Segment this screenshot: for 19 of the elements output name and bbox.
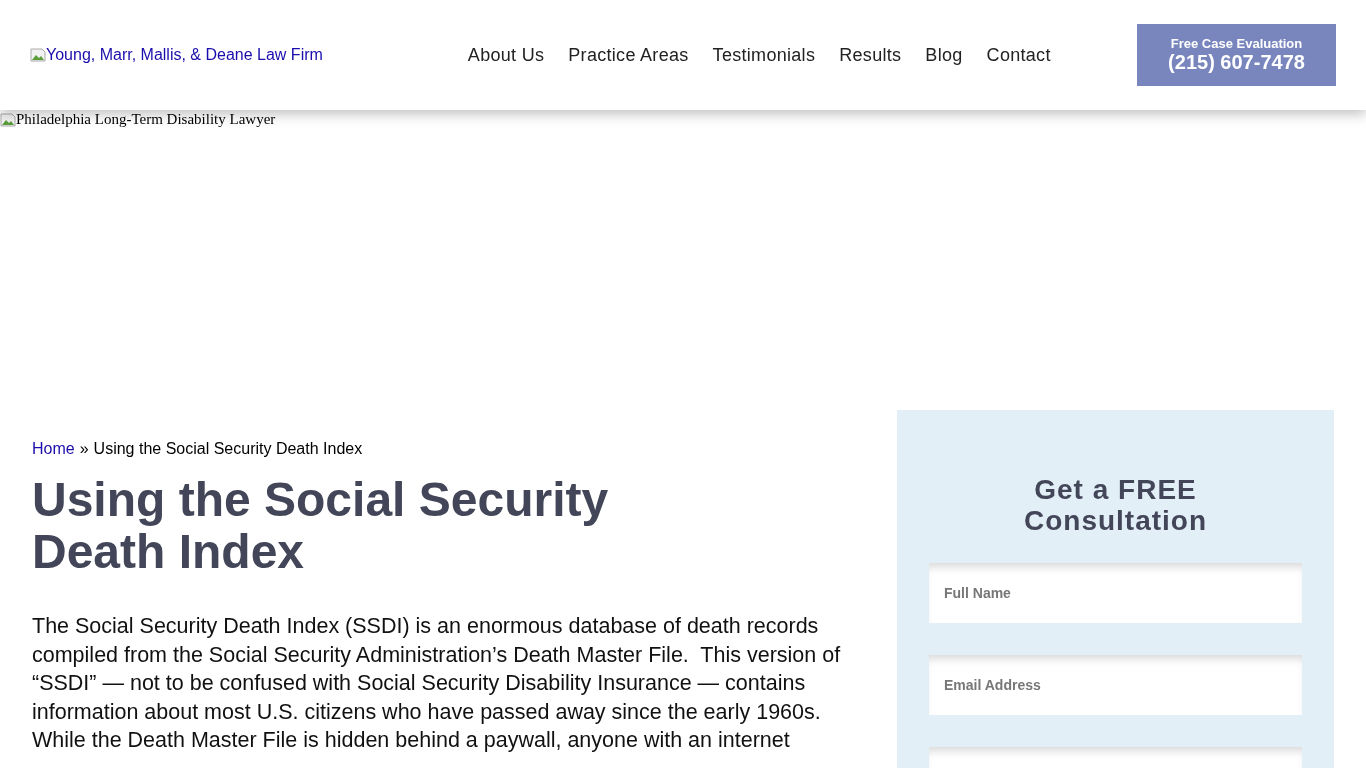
nav-link[interactable]: About Us bbox=[467, 44, 545, 66]
form-field[interactable]: Email Address bbox=[929, 655, 1302, 715]
form-field[interactable]: Full Name bbox=[929, 563, 1302, 623]
nav-link[interactable]: Practice Areas bbox=[568, 44, 689, 66]
nav-link[interactable]: Results bbox=[839, 44, 902, 66]
nav-link[interactable]: Contact bbox=[986, 44, 1051, 66]
breadcrumb-separator: » bbox=[79, 440, 89, 458]
broken-image-icon bbox=[30, 47, 46, 63]
breadcrumb-current: Using the Social Security Death Index bbox=[93, 440, 363, 458]
consultation-title: Get a FREE Consultation bbox=[1022, 474, 1209, 536]
logo-link[interactable]: Young, Marr, Mallis, & Deane Law Firm bbox=[30, 46, 323, 64]
article-title: Using the Social Security Death Index bbox=[32, 474, 610, 578]
article-paragraph: The Social Security Death Index (SSDI) is an enormous database of death records compiled from the Social Security Administration’s Death Master File. This version of “SSDI” — not to be confused with Social Security Disability Insurance — contains information about most U.S. citizens who have passed away since the early 1960s. While the Death Master File is hidden behind a paywall, anyone with an internet bbox=[32, 613, 842, 754]
nav-link[interactable]: Blog bbox=[925, 44, 963, 66]
hero-image-alt-text: Philadelphia Long-Term Disability Lawyer bbox=[0, 111, 276, 128]
case-evaluation-button[interactable]: Free Case Evaluation (215) 607-7478 bbox=[1137, 24, 1336, 86]
nav-link[interactable]: Testimonials bbox=[712, 44, 816, 66]
breadcrumb-home-link[interactable]: Home bbox=[32, 440, 75, 458]
broken-image-icon bbox=[0, 111, 16, 128]
